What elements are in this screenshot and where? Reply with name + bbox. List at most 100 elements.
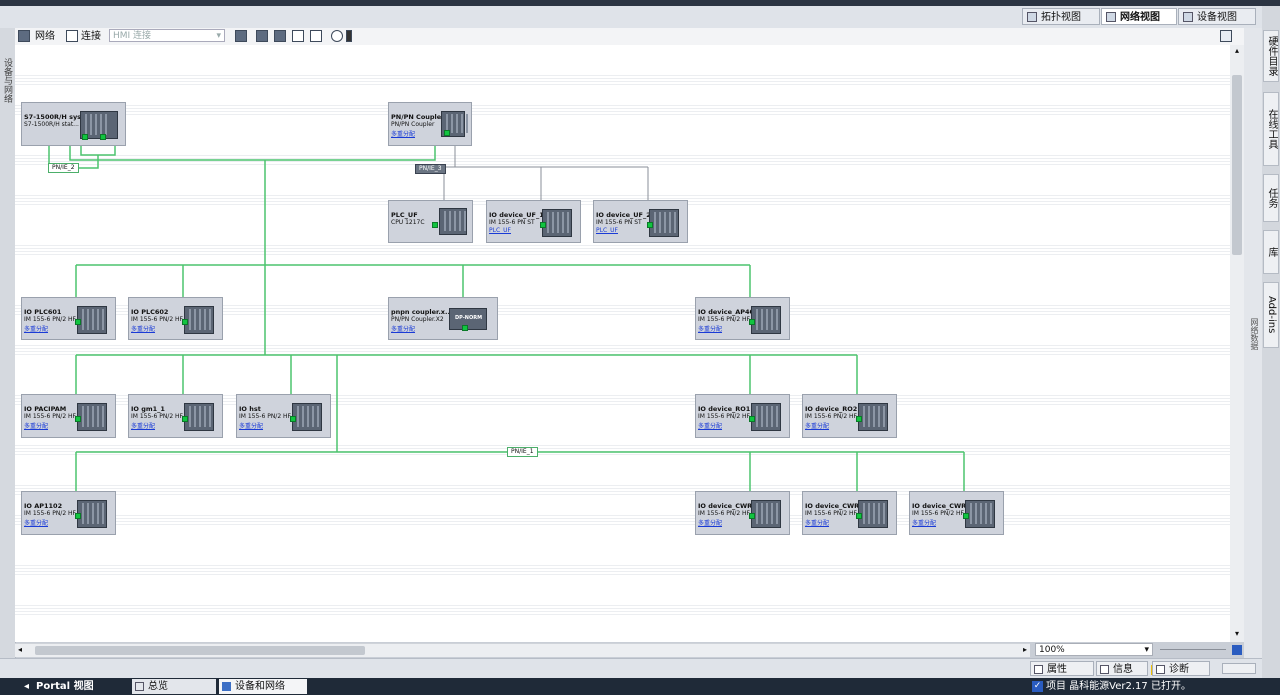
ethernet-port[interactable] xyxy=(100,134,106,140)
ethernet-port[interactable] xyxy=(540,222,546,228)
network-button[interactable]: 网络 xyxy=(35,29,55,44)
print-icon[interactable] xyxy=(274,30,286,42)
device-box[interactable]: IO device_UF_1 IM 155-6 PN ST PLC_UF xyxy=(486,200,581,243)
vertical-scrollbar[interactable]: ▴ ▾ xyxy=(1230,45,1244,642)
ethernet-port[interactable] xyxy=(75,513,81,519)
ethernet-port[interactable] xyxy=(462,325,468,331)
scroll-up-icon[interactable]: ▴ xyxy=(1232,47,1242,55)
device-assignment-link[interactable]: 多重分配 xyxy=(24,421,48,430)
tab-tasks[interactable]: 任务 xyxy=(1263,174,1279,222)
device-assignment-link[interactable]: 多重分配 xyxy=(24,324,48,333)
device-assignment-link[interactable]: 多重分配 xyxy=(912,518,936,527)
grid-icon[interactable] xyxy=(256,30,268,42)
split-view-icon[interactable] xyxy=(310,30,322,42)
vertical-scroll-thumb[interactable] xyxy=(1232,75,1242,255)
portal-view-button[interactable]: ◂ Portal 视图 xyxy=(20,679,102,694)
device-assignment-link[interactable]: 多重分配 xyxy=(391,324,415,333)
ethernet-port[interactable] xyxy=(75,416,81,422)
network-data-pane-collapsed[interactable]: 网络数据 xyxy=(1244,28,1262,658)
devices-networks-tab[interactable]: 设备和网络 xyxy=(219,679,307,694)
table-icon[interactable] xyxy=(292,30,304,42)
network-label-pnie3[interactable]: PN/IE_3 xyxy=(415,164,446,174)
device-box[interactable]: IO device_RO2 IM 155-6 PN/2 HF 多重分配 xyxy=(802,394,897,438)
window-controls[interactable] xyxy=(1222,663,1256,674)
device-box[interactable]: IO gm1_1 IM 155-6 PN/2 HF 多重分配 xyxy=(128,394,223,438)
device-name: pnpn coupler.x... xyxy=(391,308,453,316)
ethernet-port[interactable] xyxy=(75,319,81,325)
zoom-icon[interactable] xyxy=(331,30,343,42)
tab-properties[interactable]: 属性 xyxy=(1030,661,1094,676)
ethernet-port[interactable] xyxy=(182,416,188,422)
device-assignment-link[interactable]: PLC_UF xyxy=(489,227,511,234)
ethernet-port[interactable] xyxy=(963,513,969,519)
network-label-pnie2[interactable]: PN/IE_2 xyxy=(48,163,79,173)
ethernet-port[interactable] xyxy=(856,513,862,519)
device-assignment-link[interactable]: 多重分配 xyxy=(131,324,155,333)
device-box[interactable]: IO hst IM 155-6 PN/2 HF 多重分配 xyxy=(236,394,331,438)
device-box[interactable]: pnpn coupler.x... PN/PN Coupler.X2 多重分配 DP-… xyxy=(388,297,498,340)
hmi-connection-select[interactable]: HMI 连接 ▾ xyxy=(109,29,225,42)
ethernet-port[interactable] xyxy=(432,222,438,228)
device-box[interactable]: IO device_UF_2 IM 155-6 PN ST PLC_UF xyxy=(593,200,688,243)
overview-navigation-icon[interactable] xyxy=(1220,30,1232,42)
zoom-slider[interactable] xyxy=(1160,649,1226,650)
device-box[interactable]: IO AP1102 IM 155-6 PN/2 HF 多重分配 xyxy=(21,491,116,535)
ethernet-port[interactable] xyxy=(182,319,188,325)
network-label-pnie1[interactable]: PN/IE_1 xyxy=(507,447,538,457)
ethernet-port[interactable] xyxy=(856,416,862,422)
project-tree-collapsed[interactable]: 设备与网络 xyxy=(0,28,16,678)
ethernet-port[interactable] xyxy=(444,130,450,136)
horizontal-scrollbar[interactable]: ◂ ▸ xyxy=(15,643,1030,657)
tab-diagnostics[interactable]: 诊断 xyxy=(1152,661,1210,676)
ethernet-port[interactable] xyxy=(82,134,88,140)
device-box[interactable]: IO device_RO1 IM 155-6 PN/2 HF 多重分配 xyxy=(695,394,790,438)
ethernet-port[interactable] xyxy=(749,416,755,422)
device-assignment-link[interactable]: 多重分配 xyxy=(698,421,722,430)
tab-online-tools[interactable]: 在线工具 xyxy=(1263,92,1279,166)
device-box[interactable]: IO device_CWR... IM 155-6 PN/2 HF 多重分配 xyxy=(802,491,897,535)
tab-topology-view[interactable]: 拓扑视图 xyxy=(1022,8,1100,25)
info-icon xyxy=(1100,665,1109,674)
connection-button[interactable]: 连接 xyxy=(81,29,101,44)
device-box[interactable]: IO device_CWR... IM 155-6 PN/2 HF 多重分配 xyxy=(909,491,1004,535)
ethernet-port[interactable] xyxy=(290,416,296,422)
device-box[interactable]: IO PLC601 IM 155-6 PN/2 HF 多重分配 xyxy=(21,297,116,340)
tab-info[interactable]: 信息i xyxy=(1096,661,1161,676)
zoom-select[interactable]: 100% ▾ xyxy=(1035,643,1153,656)
scroll-down-icon[interactable]: ▾ xyxy=(1232,630,1242,638)
fit-view-icon[interactable] xyxy=(1232,645,1242,655)
network-canvas[interactable]: PN/IE_2 PN/IE_3 PN/IE_1 S7-1500R/H sys..… xyxy=(15,45,1230,642)
show-address-icon[interactable] xyxy=(235,30,247,42)
ethernet-port[interactable] xyxy=(647,222,653,228)
device-assignment-link[interactable]: 多重分配 xyxy=(131,421,155,430)
network-mode-icon[interactable] xyxy=(18,30,30,42)
ethernet-port[interactable] xyxy=(749,319,755,325)
horizontal-scroll-thumb[interactable] xyxy=(35,646,365,655)
device-assignment-link[interactable]: 多重分配 xyxy=(24,518,48,527)
scroll-right-icon[interactable]: ▸ xyxy=(1023,645,1027,654)
tab-libraries[interactable]: 库 xyxy=(1263,230,1279,274)
tab-device-view[interactable]: 设备视图 xyxy=(1178,8,1256,25)
device-assignment-link[interactable]: 多重分配 xyxy=(698,518,722,527)
device-assignment-link[interactable]: PLC_UF xyxy=(596,227,618,234)
tab-hardware-catalog[interactable]: 硬件目录 xyxy=(1263,30,1279,82)
overview-tab[interactable]: 总览 xyxy=(132,679,216,694)
device-assignment-link[interactable]: 多重分配 xyxy=(805,518,829,527)
device-assignment-link[interactable]: 多重分配 xyxy=(805,421,829,430)
device-box[interactable]: IO device_CWR... IM 155-6 PN/2 HF 多重分配 xyxy=(695,491,790,535)
device-box[interactable]: PLC_UF CPU 1217C xyxy=(388,200,473,243)
device-box[interactable]: IO PACIPAM IM 155-6 PN/2 HF 多重分配 xyxy=(21,394,116,438)
device-assignment-link[interactable]: 多重分配 xyxy=(391,129,415,138)
device-box[interactable]: IO device_AP401 IM 155-6 PN/2 HF 多重分配 xyxy=(695,297,790,340)
device-box[interactable]: PN/PN Coupler PN/PN Coupler 多重分配 xyxy=(388,102,472,146)
device-box[interactable]: IO PLC602 IM 155-6 PN/2 HF 多重分配 xyxy=(128,297,223,340)
pointer-icon[interactable] xyxy=(346,30,352,42)
device-assignment-link[interactable]: 多重分配 xyxy=(239,421,263,430)
scroll-left-icon[interactable]: ◂ xyxy=(18,645,22,654)
tab-network-view[interactable]: 网络视图 xyxy=(1101,8,1177,25)
device-box[interactable]: S7-1500R/H sys... S7-1500R/H stat... xyxy=(21,102,126,146)
device-assignment-link[interactable]: 多重分配 xyxy=(698,324,722,333)
connection-mode-icon[interactable] xyxy=(66,30,78,42)
tab-add-ins[interactable]: Add-ins xyxy=(1263,282,1279,348)
ethernet-port[interactable] xyxy=(749,513,755,519)
